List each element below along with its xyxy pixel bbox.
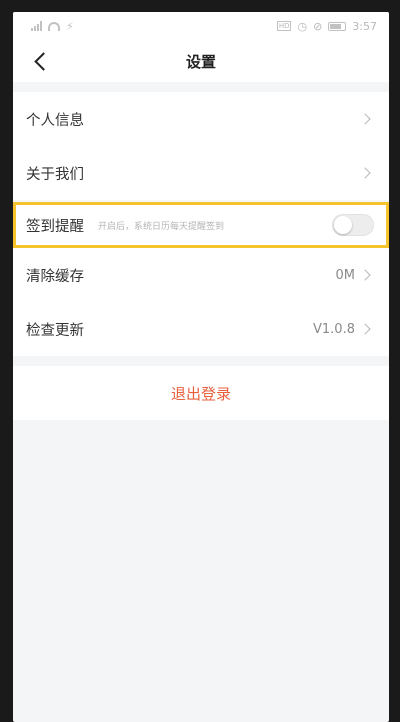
settings-row-clear-cache[interactable]: 清除缓存 0M	[13, 248, 389, 302]
row-label: 清除缓存	[26, 268, 84, 285]
row-right: 0M	[336, 268, 374, 283]
running-icon: ⚡	[66, 19, 74, 33]
signal-icon	[31, 21, 42, 31]
chevron-right-icon	[359, 167, 371, 179]
chevron-right-icon	[359, 269, 371, 281]
wifi-icon	[48, 21, 60, 31]
status-right: HD ◷ ⊘ 3:57	[276, 19, 377, 33]
logout-button[interactable]: 退出登录	[13, 366, 389, 420]
alarm-icon: ◷	[297, 19, 308, 33]
settings-row-profile[interactable]: 个人信息	[13, 92, 389, 146]
app-version: V1.0.8	[313, 321, 355, 337]
row-label: 检查更新	[26, 322, 84, 339]
reminder-hint: 开启后，系统日历每天提醒签到	[98, 221, 225, 232]
status-left: ⚡	[31, 20, 74, 33]
mute-icon: ⊘	[313, 19, 323, 33]
row-right: V1.0.8	[313, 322, 373, 337]
row-label: 关于我们	[26, 166, 84, 183]
nav-bar: 设置	[13, 40, 389, 82]
settings-group-1: 个人信息 关于我们	[13, 92, 389, 200]
row-right	[359, 113, 373, 125]
status-bar: ⚡ HD ◷ ⊘ 3:57	[13, 12, 389, 40]
chevron-right-icon	[359, 113, 371, 125]
battery-icon	[328, 21, 347, 31]
settings-row-about[interactable]: 关于我们	[13, 146, 389, 200]
settings-row-checkin-reminder[interactable]: 签到提醒 开启后，系统日历每天提醒签到	[13, 202, 389, 248]
phone-screen: ⚡ HD ◷ ⊘ 3:57 设置 个人信息 关于我们 签到提醒 开启后，系统日历…	[13, 12, 389, 722]
settings-row-check-update[interactable]: 检查更新 V1.0.8	[13, 302, 389, 356]
row-label: 签到提醒	[26, 218, 84, 235]
back-button[interactable]	[27, 48, 53, 74]
chevron-right-icon	[359, 323, 371, 335]
hd-icon: HD	[276, 21, 292, 31]
status-time: 3:57	[352, 19, 377, 33]
reminder-toggle[interactable]	[332, 214, 374, 236]
row-label: 个人信息	[26, 112, 84, 129]
toggle-knob	[334, 216, 352, 234]
settings-group-2: 清除缓存 0M 检查更新 V1.0.8	[13, 248, 389, 356]
row-right	[359, 167, 373, 179]
cache-size: 0M	[335, 267, 356, 283]
page-title: 设置	[185, 52, 216, 71]
